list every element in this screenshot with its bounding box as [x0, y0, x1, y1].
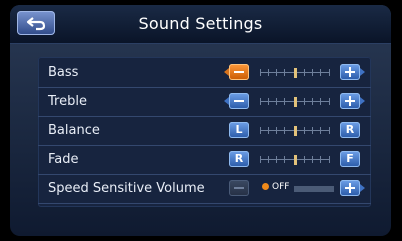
- header-bar: Sound Settings: [10, 5, 391, 44]
- settings-list: Bass Treble Balance L R Fade R F Speed S…: [38, 57, 371, 207]
- speed-volume-decrease-button[interactable]: [229, 180, 249, 196]
- balance-level-scale[interactable]: [260, 126, 330, 136]
- bass-increase-button[interactable]: [340, 64, 365, 80]
- balance-right-button[interactable]: R: [340, 122, 360, 138]
- speed-volume-state: OFF: [272, 182, 290, 192]
- speed-volume-increase-button[interactable]: [340, 180, 365, 196]
- treble-label: Treble: [48, 94, 87, 109]
- speed-volume-level-bar: [294, 186, 334, 192]
- row-treble: Treble: [38, 88, 371, 117]
- minus-icon: [234, 187, 244, 189]
- speed-volume-status: OFF: [262, 182, 289, 192]
- fade-label: Fade: [48, 152, 79, 167]
- balance-label: Balance: [48, 123, 100, 138]
- treble-level-scale[interactable]: [260, 97, 330, 107]
- speed-sensitive-volume-label: Speed Sensitive Volume: [48, 181, 205, 196]
- row-balance: Balance L R: [38, 117, 371, 146]
- row-bass: Bass: [38, 59, 371, 88]
- bass-decrease-button[interactable]: [224, 64, 249, 80]
- treble-increase-button[interactable]: [340, 93, 365, 109]
- fade-front-button[interactable]: F: [340, 151, 360, 167]
- row-fade: Fade R F: [38, 146, 371, 175]
- minus-icon: [234, 71, 244, 73]
- fade-level-scale[interactable]: [260, 155, 330, 165]
- row-speed-sensitive-volume: Speed Sensitive Volume OFF: [38, 175, 371, 204]
- bass-label: Bass: [48, 65, 79, 80]
- page-title: Sound Settings: [138, 14, 263, 33]
- minus-icon: [234, 100, 244, 102]
- balance-left-button[interactable]: L: [229, 122, 249, 138]
- status-indicator-icon: [262, 183, 269, 190]
- sound-settings-screen: Sound Settings Bass Treble Balance L R F…: [10, 5, 391, 236]
- fade-rear-button[interactable]: R: [229, 151, 249, 167]
- treble-decrease-button[interactable]: [224, 93, 249, 109]
- bass-level-scale[interactable]: [260, 68, 330, 78]
